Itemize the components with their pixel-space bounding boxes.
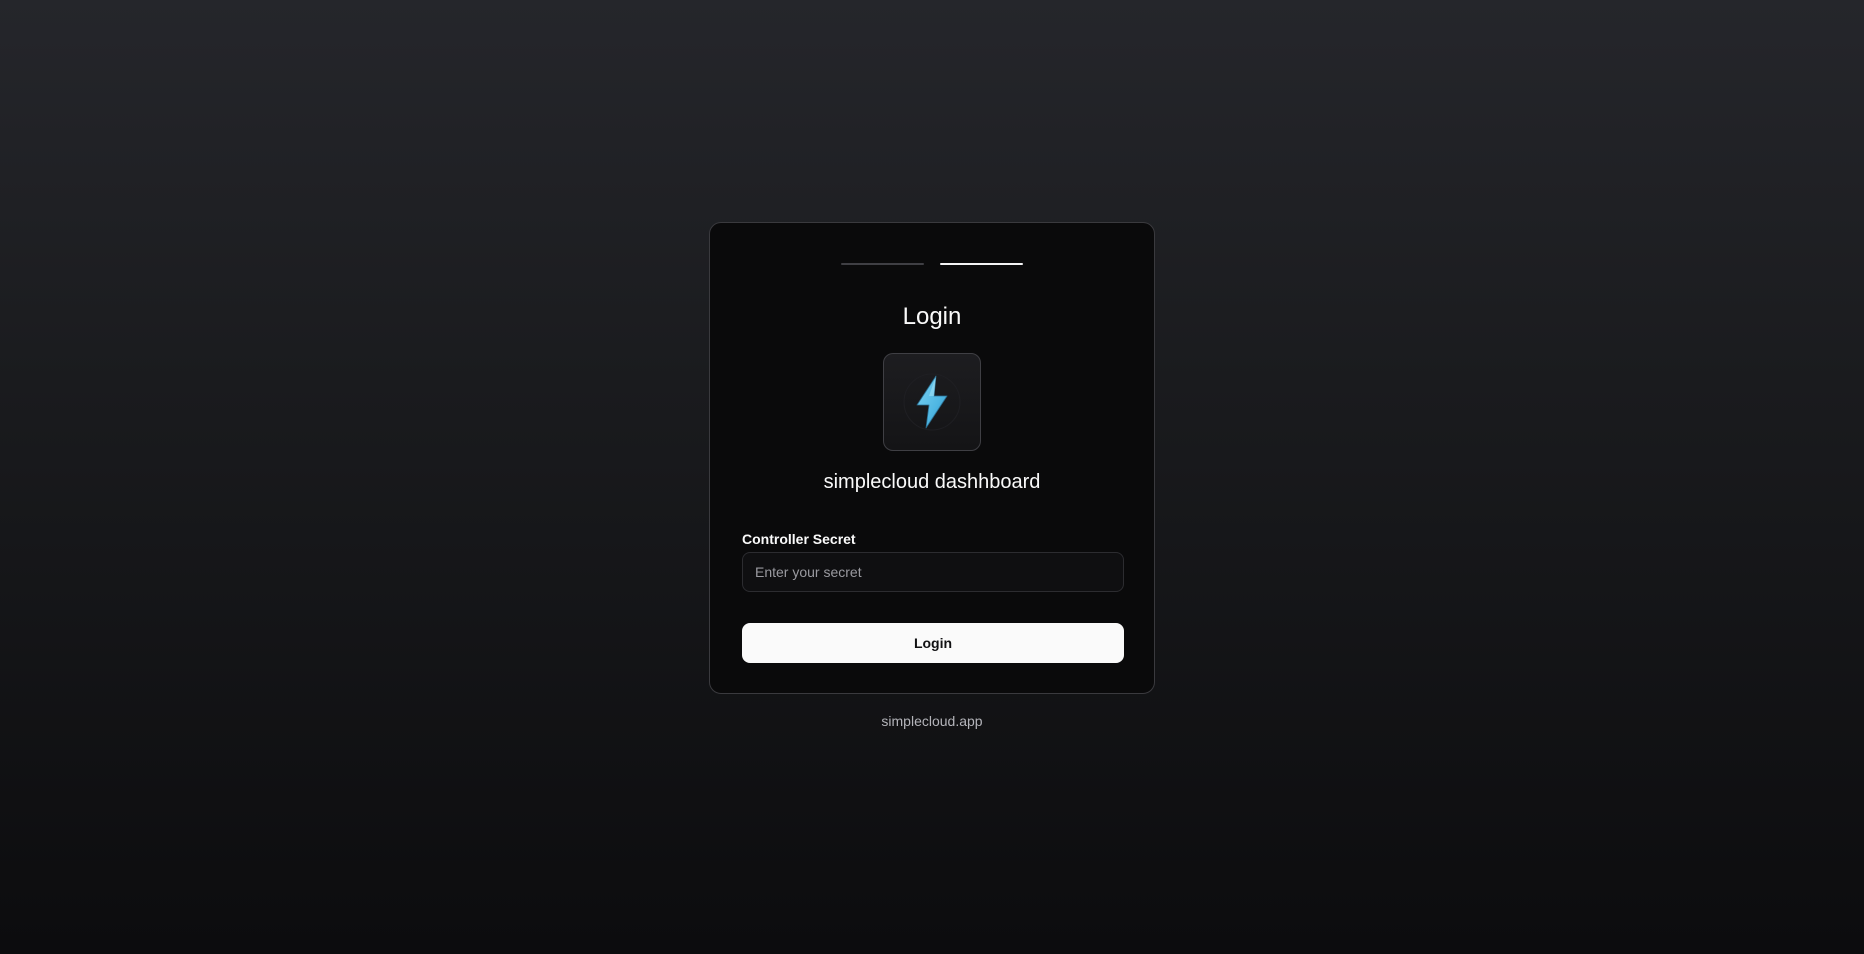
login-card: Login simplecloud dashhboard Controller … bbox=[709, 222, 1155, 694]
step-indicator bbox=[710, 263, 1154, 265]
lightning-bolt-icon bbox=[903, 373, 961, 431]
app-name: simplecloud dashhboard bbox=[823, 471, 1041, 493]
app-logo bbox=[883, 353, 981, 451]
secret-field-label: Controller Secret bbox=[742, 531, 856, 547]
step-indicator-2 bbox=[940, 263, 1023, 265]
step-indicator-1 bbox=[841, 263, 924, 265]
login-button[interactable]: Login bbox=[742, 623, 1124, 663]
secret-input[interactable] bbox=[742, 552, 1124, 592]
page-title: Login bbox=[902, 303, 962, 330]
footer-link[interactable]: simplecloud.app bbox=[0, 713, 1864, 729]
